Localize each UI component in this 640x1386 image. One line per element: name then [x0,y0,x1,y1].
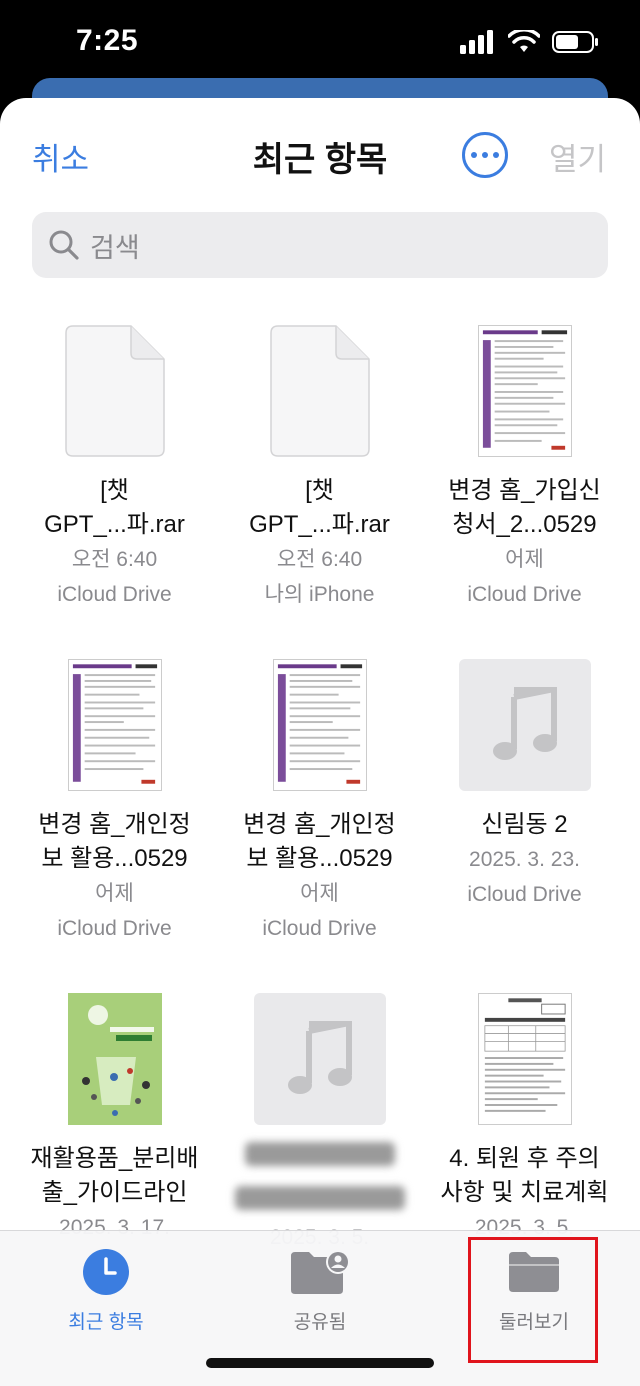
shared-folder-icon [291,1250,350,1294]
home-indicator[interactable] [206,1358,434,1368]
tab-shared-label: 공유됨 [293,1312,347,1333]
navigation-bar: 취소 최근 항목 열기 [0,98,640,208]
file-date: 오전 6:40 [276,548,363,571]
file-item[interactable]: 2025. 3. 5. [217,984,422,1255]
file-item[interactable]: 신림동 2 2025. 3. 23. iCloud Drive [422,650,627,912]
file-item[interactable]: 4. 퇴원 후 주의 사항 및 치료계획 2025. 3. 5. [422,984,627,1245]
file-name: 사항 및 치료계획 [440,1179,609,1206]
status-time: 7:25 [76,24,139,57]
battery-icon [552,31,598,53]
file-date: 2025. 3. 23. [469,848,580,871]
file-date: 어제 [95,882,134,905]
file-item[interactable]: [챗 GPT_...파.rar 오전 6:40 iCloud Drive [12,316,217,612]
blank-document-icon [269,325,370,457]
tab-recent[interactable]: 최근 항목 [26,1245,186,1334]
cellular-signal-icon [460,30,493,54]
audio-thumbnail [253,993,386,1125]
form-document-thumbnail [67,659,162,791]
file-location: iCloud Drive [57,917,172,940]
file-name: 보 활용...0529 [246,845,393,872]
blank-document-icon [64,325,165,457]
file-location: iCloud Drive [262,917,377,940]
file-name: [챗 [305,477,334,504]
highlight-annotation [468,1237,598,1363]
form-document-thumbnail [477,325,572,457]
recycling-poster-thumbnail [67,993,162,1125]
more-options-icon[interactable] [462,132,508,178]
search-input[interactable]: 검색 [32,212,608,278]
search-icon [49,230,79,260]
file-name: 신림동 2 [481,811,568,838]
file-date: 어제 [505,548,544,571]
file-name: GPT_...파.rar [44,511,185,538]
file-date: 어제 [300,882,339,905]
file-name: 출_가이드라인 [41,1179,188,1206]
music-note-icon [287,1021,352,1094]
file-item[interactable]: 재활용품_분리배 출_가이드라인 2025. 3. 17. [12,984,217,1245]
file-name: GPT_...파.rar [249,511,390,538]
file-location: iCloud Drive [57,583,172,606]
form-document-thumbnail [272,659,367,791]
file-name: 변경 홈_개인정 [243,811,396,838]
file-name: 재활용품_분리배 [30,1145,199,1172]
audio-thumbnail [458,659,591,791]
file-name: 변경 홈_가입신 [448,477,601,504]
music-note-icon [492,687,557,760]
status-bar: 7:25 [0,0,640,90]
file-location: iCloud Drive [467,883,582,906]
search-placeholder: 검색 [90,232,140,263]
file-item[interactable]: [챗 GPT_...파.rar 오전 6:40 나의 iPhone [217,316,422,612]
file-item[interactable]: 변경 홈_개인정보 활용...0529 어제 iCloud Drive [12,650,217,946]
file-location: iCloud Drive [467,583,582,606]
clock-icon [83,1249,129,1295]
file-picker-sheet: 취소 최근 항목 열기 검색 [챗 GPT_...파.rar 오전 6:40 iC… [0,98,640,1386]
file-item[interactable]: 변경 홈_개인정보 활용...0529 어제 iCloud Drive [217,650,422,946]
wifi-icon [508,30,540,52]
tab-recent-label: 최근 항목 [68,1312,144,1333]
file-location: 나의 iPhone [264,583,375,606]
status-icons [460,30,600,54]
file-name: 청서_2...0529 [452,511,597,538]
redacted-file-name [217,1142,422,1220]
file-name: 변경 홈_개인정 [38,811,191,838]
file-name: 보 활용...0529 [41,845,188,872]
file-date: 오전 6:40 [71,548,158,571]
page-title: 최근 항목 [252,141,388,179]
tab-shared[interactable]: 공유됨 [240,1245,400,1334]
file-name: 4. 퇴원 후 주의 [449,1145,600,1172]
scanned-document-thumbnail [477,993,572,1125]
open-button[interactable]: 열기 [549,134,606,179]
file-item[interactable]: 변경 홈_가입신청서_2...0529 어제 iCloud Drive [422,316,627,612]
file-name: [챗 [100,477,129,504]
